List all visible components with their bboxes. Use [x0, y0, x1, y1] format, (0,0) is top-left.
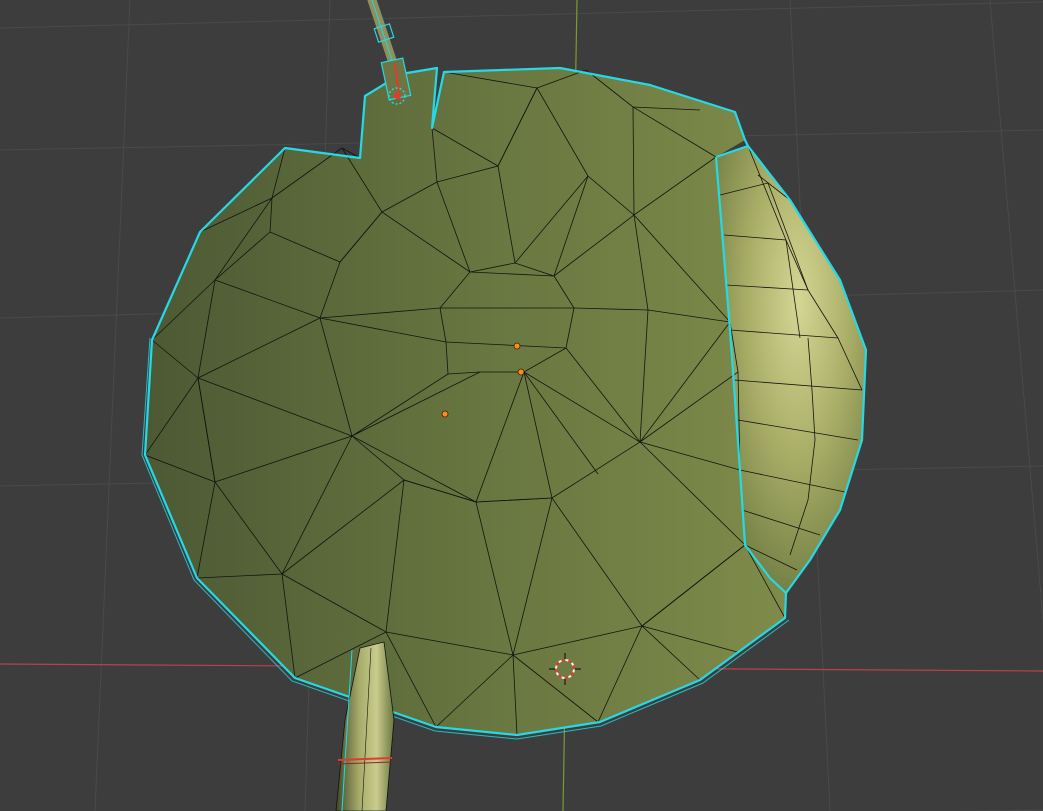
- origin-dot-icon[interactable]: [441, 410, 449, 418]
- viewport-canvas[interactable]: [0, 0, 1043, 811]
- origin-dot-icon[interactable]: [517, 368, 525, 376]
- origin-dot-icon[interactable]: [513, 342, 521, 350]
- 3d-viewport[interactable]: [0, 0, 1043, 811]
